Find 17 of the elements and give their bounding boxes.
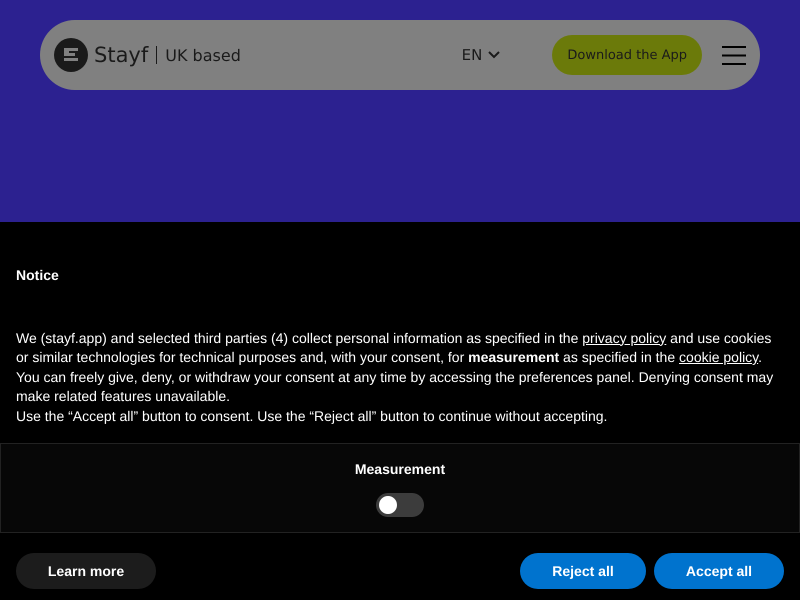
notice-title: Notice bbox=[16, 266, 60, 285]
chevron-icon bbox=[488, 51, 500, 59]
notice-text: We (stayf.app) and selected third parties (4) collect personal information as specified in the privacy policy and use cookies or similar technologies for technical purposes and, with your consent, for measurement as specified in the cookie policy. You can freely give, deny, or withdraw your consent at any time by accessing the preferences panel. Denying consent may make related features unavailable. bbox=[16, 328, 774, 406]
consent-button[interactable]: Reject all bbox=[520, 553, 646, 589]
notice-text: Use the “Accept all” button to consent. Use the “Reject all” button to continue without accepting. bbox=[16, 406, 608, 426]
consent-button[interactable]: Accept all bbox=[654, 553, 784, 589]
language-selector[interactable]: EN bbox=[462, 46, 500, 64]
menu-icon[interactable] bbox=[722, 46, 746, 64]
purpose-label: Measurement bbox=[354, 461, 446, 477]
learn-more-button[interactable]: Learn more bbox=[16, 553, 156, 589]
toggle-switch[interactable] bbox=[376, 493, 424, 517]
policy-link[interactable]: privacy policy bbox=[582, 330, 666, 346]
policy-link[interactable]: cookie policy bbox=[679, 349, 758, 365]
download-button[interactable]: Download the App bbox=[552, 35, 702, 75]
brand-name: Stayf bbox=[94, 43, 148, 67]
tagline: UK based bbox=[165, 46, 241, 64]
logo-icon bbox=[54, 38, 88, 72]
